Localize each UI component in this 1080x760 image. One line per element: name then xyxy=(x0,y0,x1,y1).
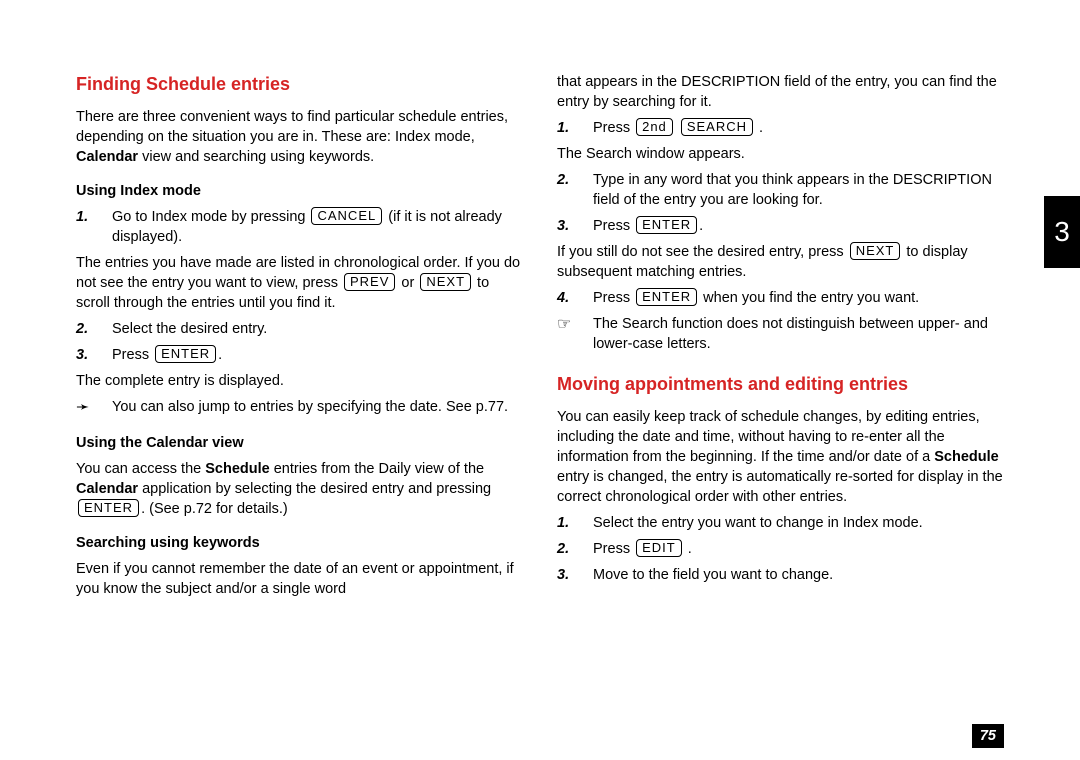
chapter-thumb-tab: 3 xyxy=(1044,196,1080,268)
complete-entry-para: The complete entry is displayed. xyxy=(76,371,523,391)
second-key: 2nd xyxy=(636,118,673,136)
plane-icon: ➛ xyxy=(76,397,112,419)
moving-intro: You can easily keep track of schedule ch… xyxy=(557,407,1004,507)
sub-using-calendar: Using the Calendar view xyxy=(76,433,523,453)
search-steps: 1. Press 2nd SEARCH . xyxy=(557,118,1004,138)
list-item: 2. Press EDIT . xyxy=(557,539,1004,559)
search-cont-para: that appears in the DESCRIPTION field of… xyxy=(557,72,1004,112)
sub-using-index: Using Index mode xyxy=(76,181,523,201)
enter-key: ENTER xyxy=(636,216,697,234)
list-item: 4. Press ENTER when you find the entry y… xyxy=(557,288,1004,308)
search-intro-para: Even if you cannot remember the date of … xyxy=(76,559,523,599)
list-item: 3. Move to the field you want to change. xyxy=(557,565,1004,585)
search-steps-2: 2. Type in any word that you think appea… xyxy=(557,170,1004,236)
note-case: ☞ The Search function does not distingui… xyxy=(557,314,1004,354)
next-key: NEXT xyxy=(420,273,471,291)
cancel-key: CANCEL xyxy=(311,207,382,225)
note-jump: ➛ You can also jump to entries by specif… xyxy=(76,397,523,419)
list-item: 1. Go to Index mode by pressing CANCEL (… xyxy=(76,207,523,247)
edit-key: EDIT xyxy=(636,539,682,557)
list-item: 1. Press 2nd SEARCH . xyxy=(557,118,1004,138)
sub-searching-keywords: Searching using keywords xyxy=(76,533,523,553)
index-steps: 1. Go to Index mode by pressing CANCEL (… xyxy=(76,207,523,247)
search-window-para: The Search window appears. xyxy=(557,144,1004,164)
enter-key: ENTER xyxy=(636,288,697,306)
search-key: SEARCH xyxy=(681,118,753,136)
list-item: 2. Type in any word that you think appea… xyxy=(557,170,1004,210)
heading-moving: Moving appointments and editing entries xyxy=(557,372,1004,397)
search-steps-3: 4. Press ENTER when you find the entry y… xyxy=(557,288,1004,308)
index-scroll-para: The entries you have made are listed in … xyxy=(76,253,523,313)
heading-finding: Finding Schedule entries xyxy=(76,72,523,97)
page-number: 75 xyxy=(972,724,1004,748)
calendar-para: You can access the Schedule entries from… xyxy=(76,459,523,519)
still-not-see-para: If you still do not see the desired entr… xyxy=(557,242,1004,282)
index-steps-2: 2. Select the desired entry. 3. Press EN… xyxy=(76,319,523,365)
pointer-icon: ☞ xyxy=(557,314,593,354)
finding-intro: There are three convenient ways to find … xyxy=(76,107,523,167)
list-item: 3. Press ENTER. xyxy=(76,345,523,365)
list-item: 3. Press ENTER. xyxy=(557,216,1004,236)
right-column: that appears in the DESCRIPTION field of… xyxy=(557,72,1004,605)
enter-key: ENTER xyxy=(155,345,216,363)
prev-key: PREV xyxy=(344,273,395,291)
list-item: 2. Select the desired entry. xyxy=(76,319,523,339)
list-item: 1. Select the entry you want to change i… xyxy=(557,513,1004,533)
enter-key: ENTER xyxy=(78,499,139,517)
next-key: NEXT xyxy=(850,242,901,260)
moving-steps: 1. Select the entry you want to change i… xyxy=(557,513,1004,585)
left-column: Finding Schedule entries There are three… xyxy=(76,72,523,605)
